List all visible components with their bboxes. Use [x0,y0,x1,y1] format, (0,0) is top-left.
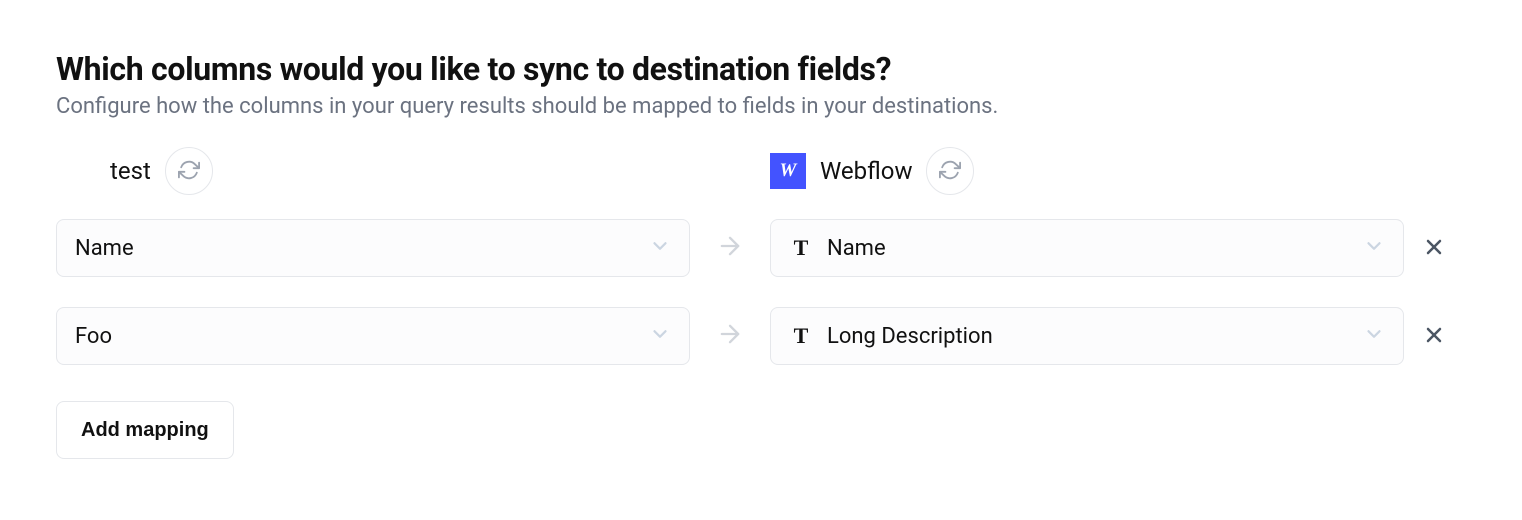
mapping-row: Foo T Long Description [56,307,1466,365]
destination-field-value: Long Description [827,324,1349,349]
chevron-down-icon [649,323,671,349]
source-field-select[interactable]: Name [56,219,690,277]
destination-field-select[interactable]: T Name [770,219,1404,277]
chevron-down-icon [1363,323,1385,349]
refresh-destination-button[interactable] [926,147,974,195]
arrow-right-icon [716,320,744,352]
source-label: test [110,157,151,185]
webflow-logo-icon: W [770,153,806,189]
page-subtitle: Configure how the columns in your query … [56,94,1466,119]
arrow-right-icon [716,232,744,264]
destination-field-select[interactable]: T Long Description [770,307,1404,365]
chevron-down-icon [649,235,671,261]
close-icon [1422,323,1446,350]
chevron-down-icon [1363,235,1385,261]
refresh-icon [939,159,961,184]
source-field-select[interactable]: Foo [56,307,690,365]
remove-mapping-button[interactable] [1414,227,1454,270]
mapping-row: Name T Name [56,219,1466,277]
remove-mapping-button[interactable] [1414,315,1454,358]
destination-label: Webflow [820,157,912,185]
refresh-icon [178,159,200,184]
text-type-icon: T [789,323,813,349]
source-field-value: Foo [75,324,635,349]
add-mapping-button[interactable]: Add mapping [56,401,234,459]
destination-field-value: Name [827,236,1349,261]
page-title: Which columns would you like to sync to … [56,50,1466,88]
close-icon [1422,235,1446,262]
text-type-icon: T [789,235,813,261]
refresh-source-button[interactable] [165,147,213,195]
source-field-value: Name [75,236,635,261]
mapping-rows: Name T Name Foo [56,219,1466,365]
column-headers: test W Webflow [56,147,1466,195]
